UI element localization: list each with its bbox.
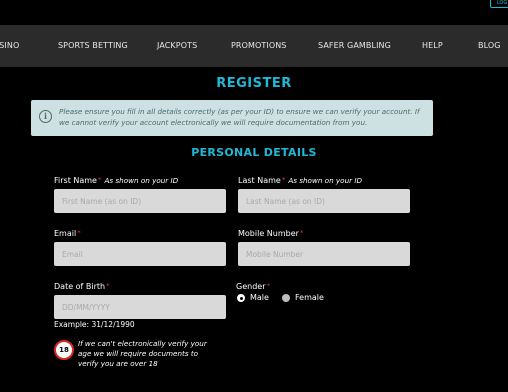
age-18-icon: 18 — [54, 340, 74, 360]
last-name-label-text: Last Name — [238, 176, 281, 185]
email-label-text: Email — [54, 229, 77, 238]
gender-label-text: Gender — [236, 282, 266, 291]
required-mark: * — [281, 176, 286, 184]
info-icon: i — [39, 110, 52, 123]
gender-female-label[interactable]: Female — [295, 293, 324, 302]
info-banner: i Please ensure you fill in all details … — [31, 100, 433, 136]
gender-male-radio[interactable] — [237, 294, 245, 302]
gender-label: Gender* — [236, 282, 270, 291]
first-name-hint: As shown on your ID — [104, 176, 179, 185]
required-mark: * — [106, 282, 110, 290]
required-mark: * — [299, 229, 304, 237]
dob-input[interactable] — [54, 295, 226, 319]
info-text: Please ensure you fill in all details co… — [59, 107, 420, 127]
first-name-label: First Name* As shown on your ID — [54, 176, 178, 185]
main-nav: CASINO SPORTS BETTING JACKPOTS PROMOTION… — [0, 25, 508, 67]
mobile-label: Mobile Number* — [238, 229, 303, 238]
age-notice-text: If we can't electronically verify your a… — [78, 339, 207, 368]
nav-item-jackpots[interactable]: JACKPOTS — [157, 25, 197, 67]
mobile-label-text: Mobile Number — [238, 229, 299, 238]
first-name-input[interactable] — [54, 189, 226, 213]
top-strip: LOG — [0, 0, 508, 25]
dob-label-text: Date of Birth — [54, 282, 106, 291]
first-name-label-text: First Name — [54, 176, 97, 185]
required-mark: * — [266, 282, 270, 290]
dob-example: Example: 31/12/1990 — [54, 320, 135, 329]
email-field[interactable] — [54, 242, 226, 266]
dob-label: Date of Birth* — [54, 282, 110, 291]
mobile-field[interactable] — [238, 242, 410, 266]
last-name-input[interactable] — [238, 189, 410, 213]
nav-item-sports-betting[interactable]: SPORTS BETTING — [58, 25, 128, 67]
login-button[interactable]: LOG — [490, 0, 508, 8]
nav-item-safer-gambling[interactable]: SAFER GAMBLING — [318, 25, 391, 67]
page-title: REGISTER — [216, 76, 292, 91]
section-title: PERSONAL DETAILS — [191, 146, 317, 159]
nav-item-help[interactable]: HELP — [422, 25, 443, 67]
required-mark: * — [77, 229, 81, 237]
gender-female-radio[interactable] — [282, 294, 290, 302]
gender-male-label[interactable]: Male — [250, 293, 269, 302]
required-mark: * — [97, 176, 102, 184]
last-name-hint: As shown on your ID — [288, 176, 363, 185]
nav-item-blog[interactable]: BLOG — [478, 25, 501, 67]
nav-item-casino[interactable]: CASINO — [0, 25, 19, 67]
nav-item-promotions[interactable]: PROMOTIONS — [231, 25, 286, 67]
email-label: Email* — [54, 229, 81, 238]
last-name-label: Last Name* As shown on your ID — [238, 176, 362, 185]
